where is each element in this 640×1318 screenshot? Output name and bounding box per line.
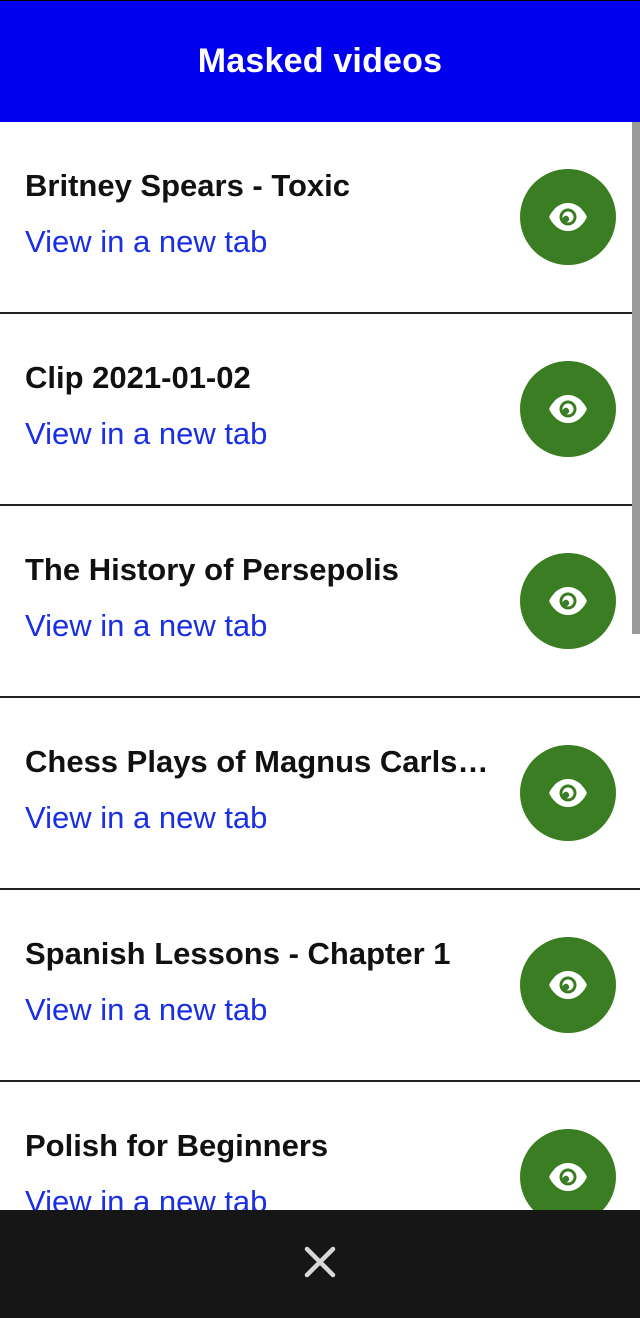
close-button[interactable] xyxy=(290,1234,350,1294)
view-video-button[interactable] xyxy=(520,745,616,841)
view-in-new-tab-link[interactable]: View in a new tab xyxy=(25,416,267,452)
eye-icon xyxy=(547,202,589,232)
eye-icon xyxy=(547,1162,589,1192)
list-item: Polish for Beginners View in a new tab xyxy=(0,1082,640,1210)
view-in-new-tab-link[interactable]: View in a new tab xyxy=(25,608,267,644)
eye-icon xyxy=(547,778,589,808)
view-video-button[interactable] xyxy=(520,1129,616,1210)
bottom-bar xyxy=(0,1210,640,1318)
list-item: Britney Spears - Toxic View in a new tab xyxy=(0,122,640,314)
header-bar: Masked videos xyxy=(0,0,640,122)
masked-videos-panel: Masked videos Britney Spears - Toxic Vie… xyxy=(0,0,640,1318)
page-title: Masked videos xyxy=(197,42,443,80)
eye-icon xyxy=(547,586,589,616)
view-in-new-tab-link[interactable]: View in a new tab xyxy=(25,800,267,836)
video-title: Clip 2021-01-02 xyxy=(25,360,251,395)
scrollbar-thumb[interactable] xyxy=(632,122,640,634)
view-video-button[interactable] xyxy=(520,553,616,649)
close-icon xyxy=(304,1246,336,1283)
scrollbar[interactable] xyxy=(632,122,640,1210)
view-video-button[interactable] xyxy=(520,361,616,457)
view-video-button[interactable] xyxy=(520,169,616,265)
video-list[interactable]: Britney Spears - Toxic View in a new tab… xyxy=(0,122,640,1210)
list-item: The History of Persepolis View in a new … xyxy=(0,506,640,698)
video-title: Polish for Beginners xyxy=(25,1128,329,1163)
eye-icon xyxy=(547,970,589,1000)
view-in-new-tab-link[interactable]: View in a new tab xyxy=(25,224,267,260)
video-title: Britney Spears - Toxic xyxy=(25,168,351,203)
video-title: Chess Plays of Magnus Carlsen xyxy=(25,744,490,779)
video-title: The History of Persepolis xyxy=(25,552,399,587)
view-in-new-tab-link[interactable]: View in a new tab xyxy=(25,992,267,1028)
eye-icon xyxy=(547,394,589,424)
list-item: Clip 2021-01-02 View in a new tab xyxy=(0,314,640,506)
list-item: Chess Plays of Magnus Carlsen View in a … xyxy=(0,698,640,890)
video-title: Spanish Lessons - Chapter 1 xyxy=(25,936,451,971)
list-item: Spanish Lessons - Chapter 1 View in a ne… xyxy=(0,890,640,1082)
view-video-button[interactable] xyxy=(520,937,616,1033)
view-in-new-tab-link[interactable]: View in a new tab xyxy=(25,1184,267,1210)
